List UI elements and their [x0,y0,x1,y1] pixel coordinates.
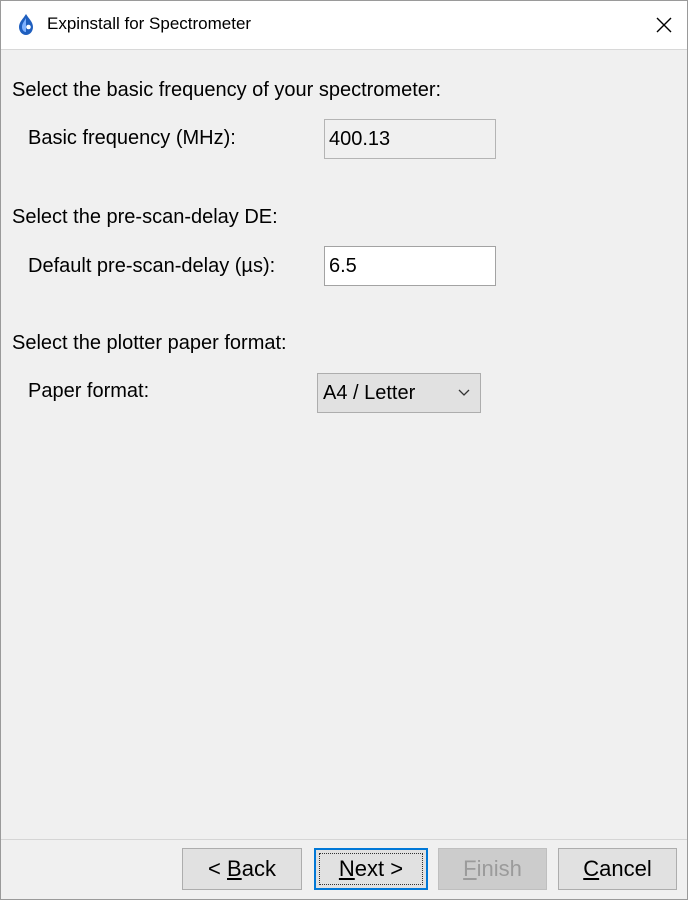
delay-heading: Select the pre-scan-delay DE: [12,206,278,228]
finish-button-mnemonic: F [463,856,477,881]
wizard-window: Expinstall for Spectrometer Select the b… [0,0,688,900]
paper-heading: Select the plotter paper format: [12,332,287,354]
title-bar[interactable]: Expinstall for Spectrometer [1,1,687,49]
delay-field[interactable] [324,246,496,286]
chevron-down-icon [458,389,470,396]
paper-format-value: A4 / Letter [323,382,416,404]
back-button-mnemonic: B [227,856,242,881]
back-button[interactable]: < Back [182,848,302,890]
frequency-heading: Select the basic frequency of your spect… [12,79,442,101]
cancel-button[interactable]: Cancel [558,848,677,890]
finish-button: Finish [438,848,547,890]
frequency-field[interactable] [324,119,496,159]
cancel-button-mnemonic: C [583,856,600,881]
cancel-button-suffix: ancel [599,856,652,881]
paper-label: Paper format: [28,380,150,402]
paper-format-select[interactable]: A4 / Letter [317,373,481,413]
button-separator [1,839,687,840]
wizard-content: Select the basic frequency of your spect… [1,49,687,840]
back-button-prefix: < [208,856,228,881]
close-icon [656,17,672,33]
window-title: Expinstall for Spectrometer [47,14,252,33]
close-button[interactable] [641,1,687,49]
finish-button-suffix: inish [476,856,522,881]
next-button[interactable]: Next > [314,848,428,890]
bruker-app-icon [19,14,33,35]
frequency-label: Basic frequency (MHz): [28,127,236,149]
next-button-mnemonic: N [338,856,355,881]
back-button-suffix: ack [241,856,276,881]
delay-label: Default pre-scan-delay (µs): [28,255,276,277]
next-button-suffix: ext > [354,856,404,881]
